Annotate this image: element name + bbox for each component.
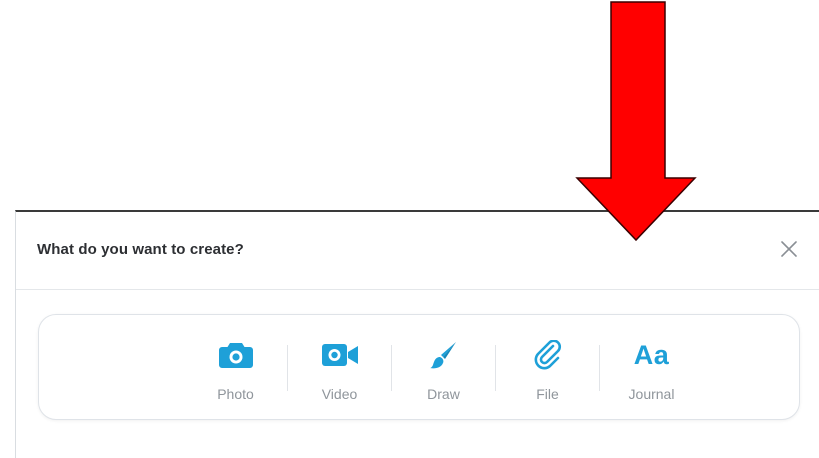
option-label: Journal xyxy=(628,386,675,402)
video-camera-icon xyxy=(321,339,359,371)
text-aa-icon: Aa xyxy=(634,339,670,371)
close-icon[interactable] xyxy=(779,239,799,259)
option-journal[interactable]: Aa Journal xyxy=(600,315,703,421)
paperclip-icon xyxy=(533,339,563,371)
create-dialog: What do you want to create? Photo Video … xyxy=(15,210,819,458)
dialog-header: What do you want to create? xyxy=(16,212,819,290)
red-arrow-annotation xyxy=(575,1,697,242)
option-video[interactable]: Video xyxy=(288,315,391,421)
option-file[interactable]: File xyxy=(496,315,599,421)
options-row: Photo Video Draw File Aa Journal xyxy=(184,315,703,421)
dialog-title: What do you want to create? xyxy=(37,241,244,258)
option-label: Photo xyxy=(217,386,254,402)
option-label: File xyxy=(536,386,559,402)
paintbrush-icon xyxy=(429,339,459,371)
option-label: Video xyxy=(321,386,358,402)
option-photo[interactable]: Photo xyxy=(184,315,287,421)
option-label: Draw xyxy=(427,386,460,402)
create-options-card: Photo Video Draw File Aa Journal xyxy=(38,314,800,420)
camera-icon xyxy=(218,339,254,371)
option-draw[interactable]: Draw xyxy=(392,315,495,421)
journal-glyph: Aa xyxy=(633,340,670,370)
